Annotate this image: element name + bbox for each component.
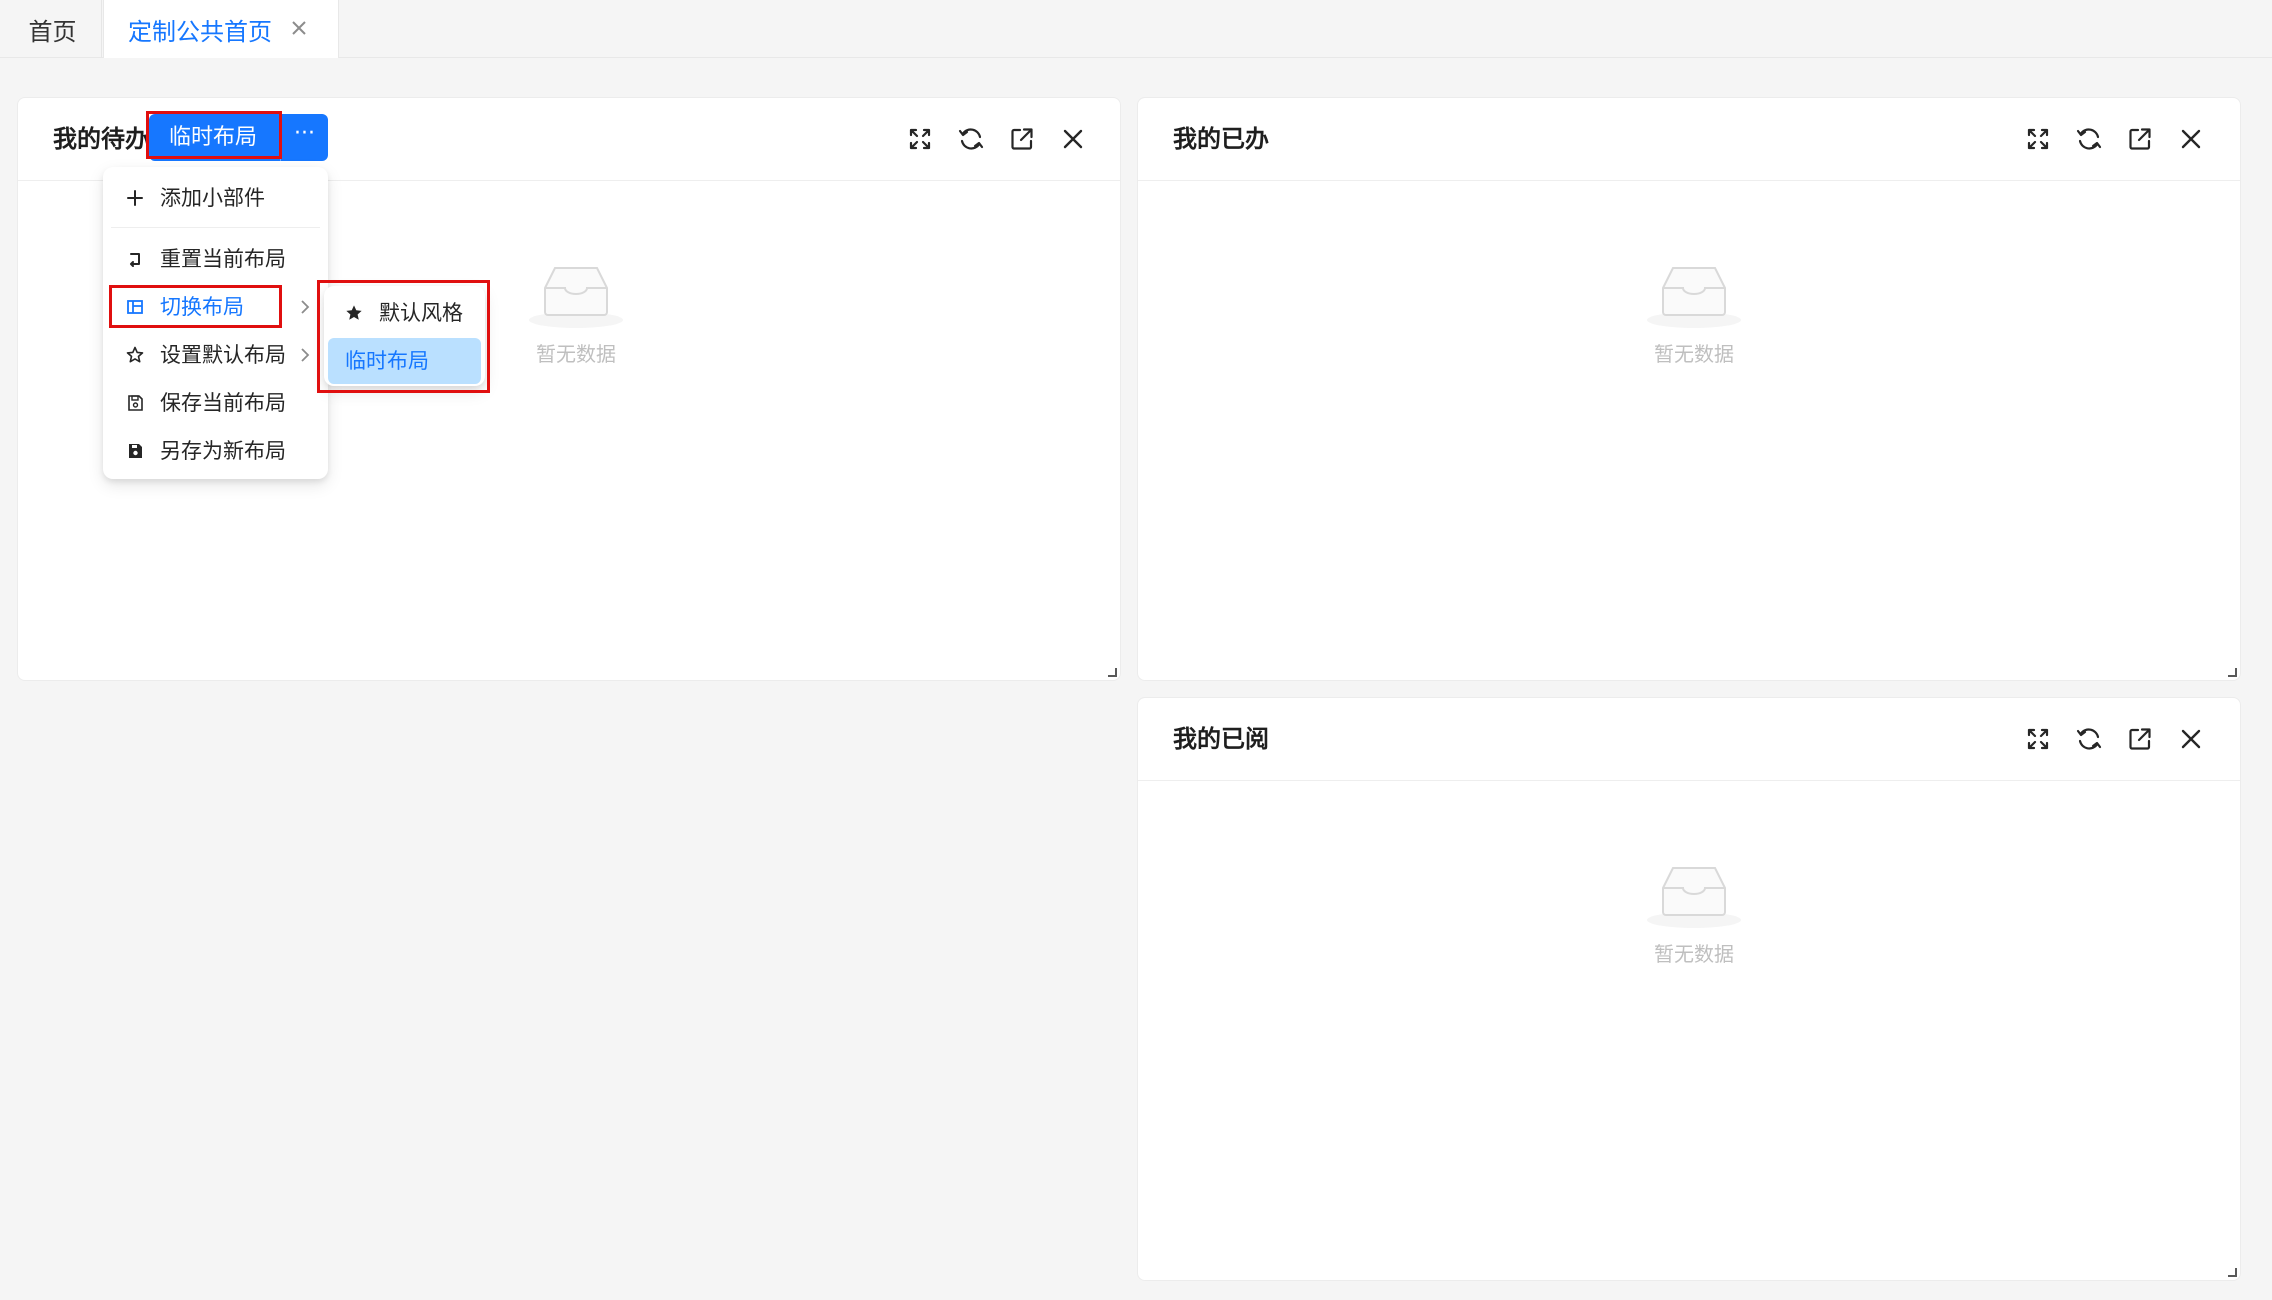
empty-inbox-icon [1647,867,1741,928]
done-card-title: 我的已办 [1173,125,1269,153]
tab-bar: 首页 定制公共首页 [0,0,2272,58]
submenu-item-temp-layout[interactable]: 临时布局 [328,338,481,384]
switch-layout-submenu: 默认风格 临时布局 [324,286,485,386]
star-outline-icon [126,346,144,363]
tab-custom-home[interactable]: 定制公共首页 [103,0,339,58]
refresh-icon[interactable] [2074,724,2104,754]
todo-card-tools [905,124,1105,154]
layout-switch-button[interactable]: 临时布局 ··· [149,114,328,161]
done-card: 我的已办 暂无数据 [1137,97,2241,681]
save-icon [128,395,143,411]
open-external-icon[interactable] [2125,724,2155,754]
more-options-button[interactable]: ··· [280,114,328,161]
empty-text: 暂无数据 [1654,942,1734,966]
read-card-tools [2023,724,2223,754]
menu-item-label: 另存为新布局 [160,439,286,463]
menu-item-save-as-layout[interactable]: 另存为新布局 [103,429,328,473]
read-card-title: 我的已阅 [1173,725,1269,753]
close-icon[interactable] [2176,724,2206,754]
read-card: 我的已阅 暂无数据 [1137,697,2241,1281]
layout-dropdown-menu: 添加小部件 重置当前布局 切换布局 设置默认布局 保存当前布局 另存为新布局 [103,167,328,479]
close-icon[interactable] [286,15,312,41]
done-card-tools [2023,124,2223,154]
open-external-icon[interactable] [1007,124,1037,154]
menu-item-label: 切换布局 [160,295,244,319]
close-icon[interactable] [2176,124,2206,154]
close-icon[interactable] [1058,124,1088,154]
resize-handle-icon[interactable] [2226,1266,2238,1278]
read-card-header: 我的已阅 [1138,698,2240,781]
done-card-header: 我的已办 [1138,98,2240,181]
submenu-item-label: 临时布局 [345,349,429,373]
menu-item-reset-layout[interactable]: 重置当前布局 [103,237,328,281]
current-layout-label[interactable]: 临时布局 [149,114,277,161]
menu-item-label: 设置默认布局 [160,343,286,367]
chevron-right-icon [301,348,310,362]
resize-handle-icon[interactable] [1106,666,1118,678]
menu-item-add-widget[interactable]: 添加小部件 [103,176,328,220]
empty-text: 暂无数据 [1654,342,1734,366]
tab-custom-home-label: 定制公共首页 [128,17,272,46]
menu-item-save-layout[interactable]: 保存当前布局 [103,381,328,425]
submenu-item-label: 默认风格 [379,301,463,325]
plus-icon [127,190,143,206]
resize-handle-icon[interactable] [2226,666,2238,678]
tab-home[interactable]: 首页 [4,0,102,58]
refresh-icon[interactable] [956,124,986,154]
empty-state: 暂无数据 [1634,854,1754,974]
menu-item-set-default-layout[interactable]: 设置默认布局 [103,333,328,377]
menu-item-label: 添加小部件 [160,186,265,210]
open-external-icon[interactable] [2125,124,2155,154]
tab-home-label: 首页 [28,17,77,46]
menu-divider [111,227,320,228]
empty-inbox-icon [529,267,623,328]
save-as-icon [129,444,142,458]
empty-text: 暂无数据 [536,342,616,366]
refresh-icon[interactable] [2074,124,2104,154]
empty-inbox-icon [1647,267,1741,328]
submenu-item-default-style[interactable]: 默认风格 [328,290,481,336]
fullscreen-icon[interactable] [2023,724,2053,754]
chevron-right-icon [301,300,310,314]
reset-icon [130,253,140,267]
menu-item-label: 保存当前布局 [160,391,286,415]
empty-state: 暂无数据 [516,254,636,374]
star-filled-icon [346,305,362,320]
fullscreen-icon[interactable] [905,124,935,154]
menu-item-switch-layout[interactable]: 切换布局 [103,285,328,329]
fullscreen-icon[interactable] [2023,124,2053,154]
menu-item-label: 重置当前布局 [160,247,286,271]
empty-state: 暂无数据 [1634,254,1754,374]
layout-icon [127,300,143,314]
